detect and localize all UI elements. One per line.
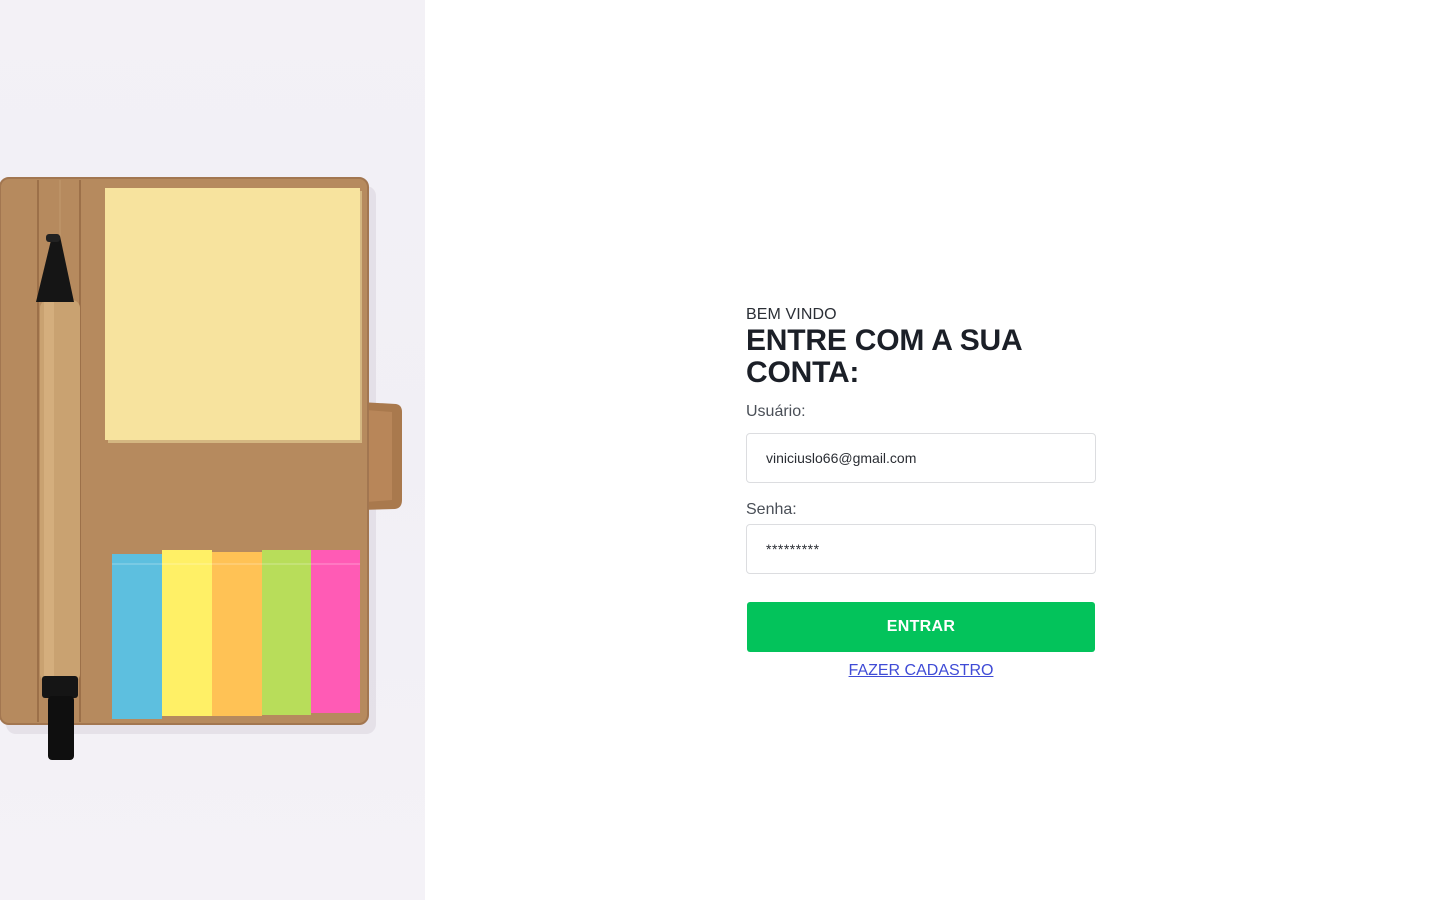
notebook-illustration (0, 177, 402, 760)
sticky-note-pad (105, 188, 360, 440)
welcome-text: BEM VINDO (746, 306, 837, 323)
password-input[interactable]: ********* (746, 524, 1096, 574)
page-title: ENTRE COM A SUA CONTA: (746, 324, 1022, 389)
flag-pink (311, 550, 360, 713)
register-link[interactable]: FAZER CADASTRO (747, 662, 1095, 680)
flag-orange (212, 552, 262, 716)
password-label: Senha: (746, 501, 797, 518)
hero-image-panel (0, 0, 425, 900)
login-form: BEM VINDO ENTRE COM A SUA CONTA: Usuário… (746, 306, 1126, 680)
flag-green (262, 550, 311, 715)
user-label: Usuário: (746, 403, 806, 420)
user-input[interactable]: viniciuslo66@gmail.com (746, 433, 1096, 483)
flag-blue (112, 554, 162, 719)
flag-yellow (162, 550, 212, 716)
login-button[interactable]: ENTRAR (747, 602, 1095, 652)
pen (36, 234, 80, 760)
